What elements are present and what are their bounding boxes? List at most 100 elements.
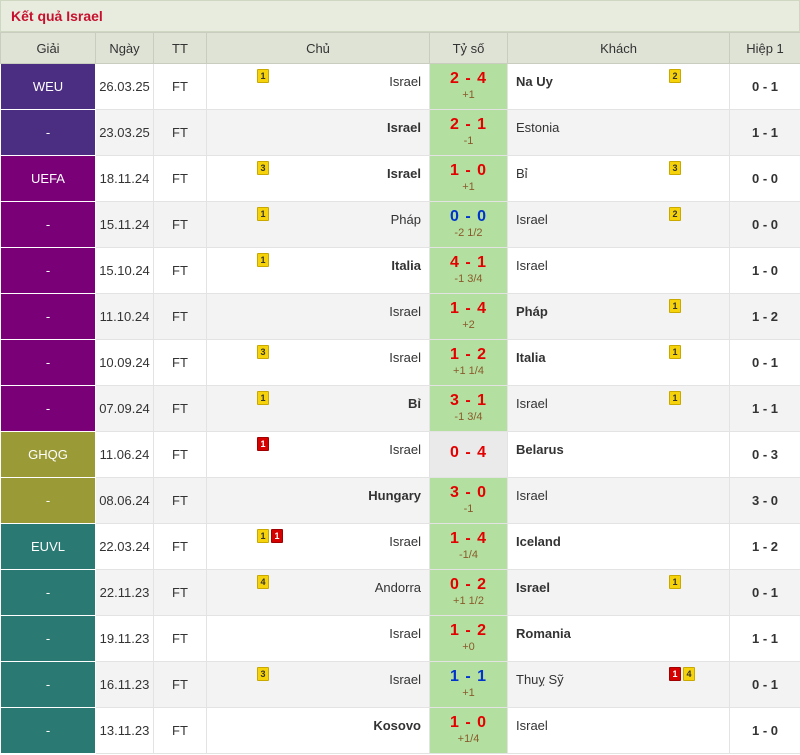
final-score[interactable]: 3 - 0 bbox=[430, 484, 507, 502]
final-score[interactable]: 0 - 4 bbox=[430, 444, 507, 462]
home-team-name[interactable]: Israel bbox=[389, 626, 421, 641]
header-halftime[interactable]: Hiệp 1 bbox=[729, 32, 800, 64]
home-team-name[interactable]: Israel bbox=[387, 120, 421, 135]
home-team-cell[interactable]: Israel bbox=[206, 615, 430, 662]
league-cell[interactable]: - bbox=[0, 339, 96, 386]
away-team-cell[interactable]: Belarus bbox=[507, 431, 730, 478]
home-team-cell[interactable]: 3 Israel bbox=[206, 661, 430, 708]
final-score[interactable]: 2 - 1 bbox=[430, 116, 507, 134]
final-score[interactable]: 1 - 0 bbox=[430, 162, 507, 180]
table-row[interactable]: - 11.10.24 FT Israel 1 - 4 +2 Pháp 1 1 -… bbox=[0, 293, 800, 340]
home-team-cell[interactable]: Israel bbox=[206, 293, 430, 340]
away-team-name[interactable]: Israel bbox=[516, 580, 550, 595]
league-cell[interactable]: EUVL bbox=[0, 523, 96, 570]
away-team-cell[interactable]: Pháp 1 bbox=[507, 293, 730, 340]
league-cell[interactable]: - bbox=[0, 569, 96, 616]
league-cell[interactable]: - bbox=[0, 201, 96, 248]
header-league[interactable]: Giải bbox=[0, 32, 96, 64]
table-row[interactable]: - 10.09.24 FT 3 Israel 1 - 2 +1 1/4 Ital… bbox=[0, 339, 800, 386]
away-team-name[interactable]: Israel bbox=[516, 258, 548, 273]
final-score[interactable]: 1 - 2 bbox=[430, 346, 507, 364]
home-team-name[interactable]: Andorra bbox=[375, 580, 421, 595]
table-row[interactable]: - 23.03.25 FT Israel 2 - 1 -1 Estonia 1 … bbox=[0, 109, 800, 156]
away-team-cell[interactable]: Thuỵ Sỹ 14 bbox=[507, 661, 730, 708]
home-team-name[interactable]: Bỉ bbox=[408, 396, 421, 411]
home-team-cell[interactable]: 1 Pháp bbox=[206, 201, 430, 248]
final-score[interactable]: 0 - 2 bbox=[430, 576, 507, 594]
away-team-name[interactable]: Iceland bbox=[516, 534, 561, 549]
table-row[interactable]: EUVL 22.03.24 FT 11 Israel 1 - 4 -1/4 Ic… bbox=[0, 523, 800, 570]
league-cell[interactable]: WEU bbox=[0, 63, 96, 110]
away-team-cell[interactable]: Israel 1 bbox=[507, 569, 730, 616]
away-team-name[interactable]: Estonia bbox=[516, 120, 559, 135]
away-team-name[interactable]: Israel bbox=[516, 488, 548, 503]
header-status[interactable]: TT bbox=[153, 32, 207, 64]
header-date[interactable]: Ngày bbox=[95, 32, 154, 64]
score-cell[interactable]: 2 - 4 +1 bbox=[429, 63, 508, 110]
table-row[interactable]: - 08.06.24 FT Hungary 3 - 0 -1 Israel 3 … bbox=[0, 477, 800, 524]
league-cell[interactable]: - bbox=[0, 615, 96, 662]
away-team-cell[interactable]: Israel bbox=[507, 477, 730, 524]
away-team-name[interactable]: Israel bbox=[516, 718, 548, 733]
away-team-name[interactable]: Romania bbox=[516, 626, 571, 641]
score-cell[interactable]: 1 - 0 +1 bbox=[429, 155, 508, 202]
table-row[interactable]: - 15.10.24 FT 1 Italia 4 - 1 -1 3/4 Isra… bbox=[0, 247, 800, 294]
away-team-cell[interactable]: Italia 1 bbox=[507, 339, 730, 386]
home-team-cell[interactable]: 1 Bỉ bbox=[206, 385, 430, 432]
away-team-cell[interactable]: Israel bbox=[507, 247, 730, 294]
final-score[interactable]: 2 - 4 bbox=[430, 70, 507, 88]
away-team-name[interactable]: Thuỵ Sỹ bbox=[516, 672, 564, 687]
score-cell[interactable]: 3 - 1 -1 3/4 bbox=[429, 385, 508, 432]
table-row[interactable]: - 16.11.23 FT 3 Israel 1 - 1 +1 Thuỵ Sỹ … bbox=[0, 661, 800, 708]
score-cell[interactable]: 2 - 1 -1 bbox=[429, 109, 508, 156]
table-row[interactable]: - 13.11.23 FT Kosovo 1 - 0 +1/4 Israel 1… bbox=[0, 707, 800, 754]
final-score[interactable]: 1 - 2 bbox=[430, 622, 507, 640]
away-team-cell[interactable]: Iceland bbox=[507, 523, 730, 570]
home-team-cell[interactable]: 1 Israel bbox=[206, 63, 430, 110]
final-score[interactable]: 1 - 4 bbox=[430, 530, 507, 548]
final-score[interactable]: 1 - 4 bbox=[430, 300, 507, 318]
away-team-cell[interactable]: Na Uy 2 bbox=[507, 63, 730, 110]
away-team-name[interactable]: Pháp bbox=[516, 304, 548, 319]
table-row[interactable]: - 07.09.24 FT 1 Bỉ 3 - 1 -1 3/4 Israel 1… bbox=[0, 385, 800, 432]
away-team-name[interactable]: Na Uy bbox=[516, 74, 553, 89]
away-team-cell[interactable]: Estonia bbox=[507, 109, 730, 156]
header-home[interactable]: Chủ bbox=[206, 32, 430, 64]
away-team-name[interactable]: Belarus bbox=[516, 442, 564, 457]
league-cell[interactable]: - bbox=[0, 385, 96, 432]
home-team-cell[interactable]: Kosovo bbox=[206, 707, 430, 754]
league-cell[interactable]: - bbox=[0, 293, 96, 340]
home-team-name[interactable]: Israel bbox=[387, 166, 421, 181]
home-team-cell[interactable]: 3 Israel bbox=[206, 155, 430, 202]
final-score[interactable]: 0 - 0 bbox=[430, 208, 507, 226]
away-team-name[interactable]: Bỉ bbox=[516, 166, 528, 181]
away-team-name[interactable]: Israel bbox=[516, 212, 548, 227]
league-cell[interactable]: - bbox=[0, 247, 96, 294]
score-cell[interactable]: 1 - 0 +1/4 bbox=[429, 707, 508, 754]
home-team-cell[interactable]: 11 Israel bbox=[206, 523, 430, 570]
away-team-cell[interactable]: Israel 1 bbox=[507, 385, 730, 432]
away-team-name[interactable]: Israel bbox=[516, 396, 548, 411]
home-team-name[interactable]: Pháp bbox=[391, 212, 421, 227]
away-team-cell[interactable]: Israel bbox=[507, 707, 730, 754]
home-team-cell[interactable]: 4 Andorra bbox=[206, 569, 430, 616]
final-score[interactable]: 4 - 1 bbox=[430, 254, 507, 272]
home-team-name[interactable]: Israel bbox=[389, 74, 421, 89]
home-team-name[interactable]: Kosovo bbox=[373, 718, 421, 733]
header-score[interactable]: Tỷ số bbox=[429, 32, 508, 64]
final-score[interactable]: 1 - 1 bbox=[430, 668, 507, 686]
score-cell[interactable]: 0 - 2 +1 1/2 bbox=[429, 569, 508, 616]
home-team-name[interactable]: Hungary bbox=[368, 488, 421, 503]
home-team-name[interactable]: Israel bbox=[389, 672, 421, 687]
score-cell[interactable]: 1 - 1 +1 bbox=[429, 661, 508, 708]
away-team-cell[interactable]: Israel 2 bbox=[507, 201, 730, 248]
score-cell[interactable]: 3 - 0 -1 bbox=[429, 477, 508, 524]
away-team-name[interactable]: Italia bbox=[516, 350, 546, 365]
score-cell[interactable]: 1 - 2 +0 bbox=[429, 615, 508, 662]
score-cell[interactable]: 0 - 4 bbox=[429, 431, 508, 478]
home-team-name[interactable]: Italia bbox=[391, 258, 421, 273]
table-row[interactable]: GHQG 11.06.24 FT 1 Israel 0 - 4 Belarus … bbox=[0, 431, 800, 478]
home-team-cell[interactable]: 3 Israel bbox=[206, 339, 430, 386]
league-cell[interactable]: - bbox=[0, 661, 96, 708]
score-cell[interactable]: 1 - 2 +1 1/4 bbox=[429, 339, 508, 386]
